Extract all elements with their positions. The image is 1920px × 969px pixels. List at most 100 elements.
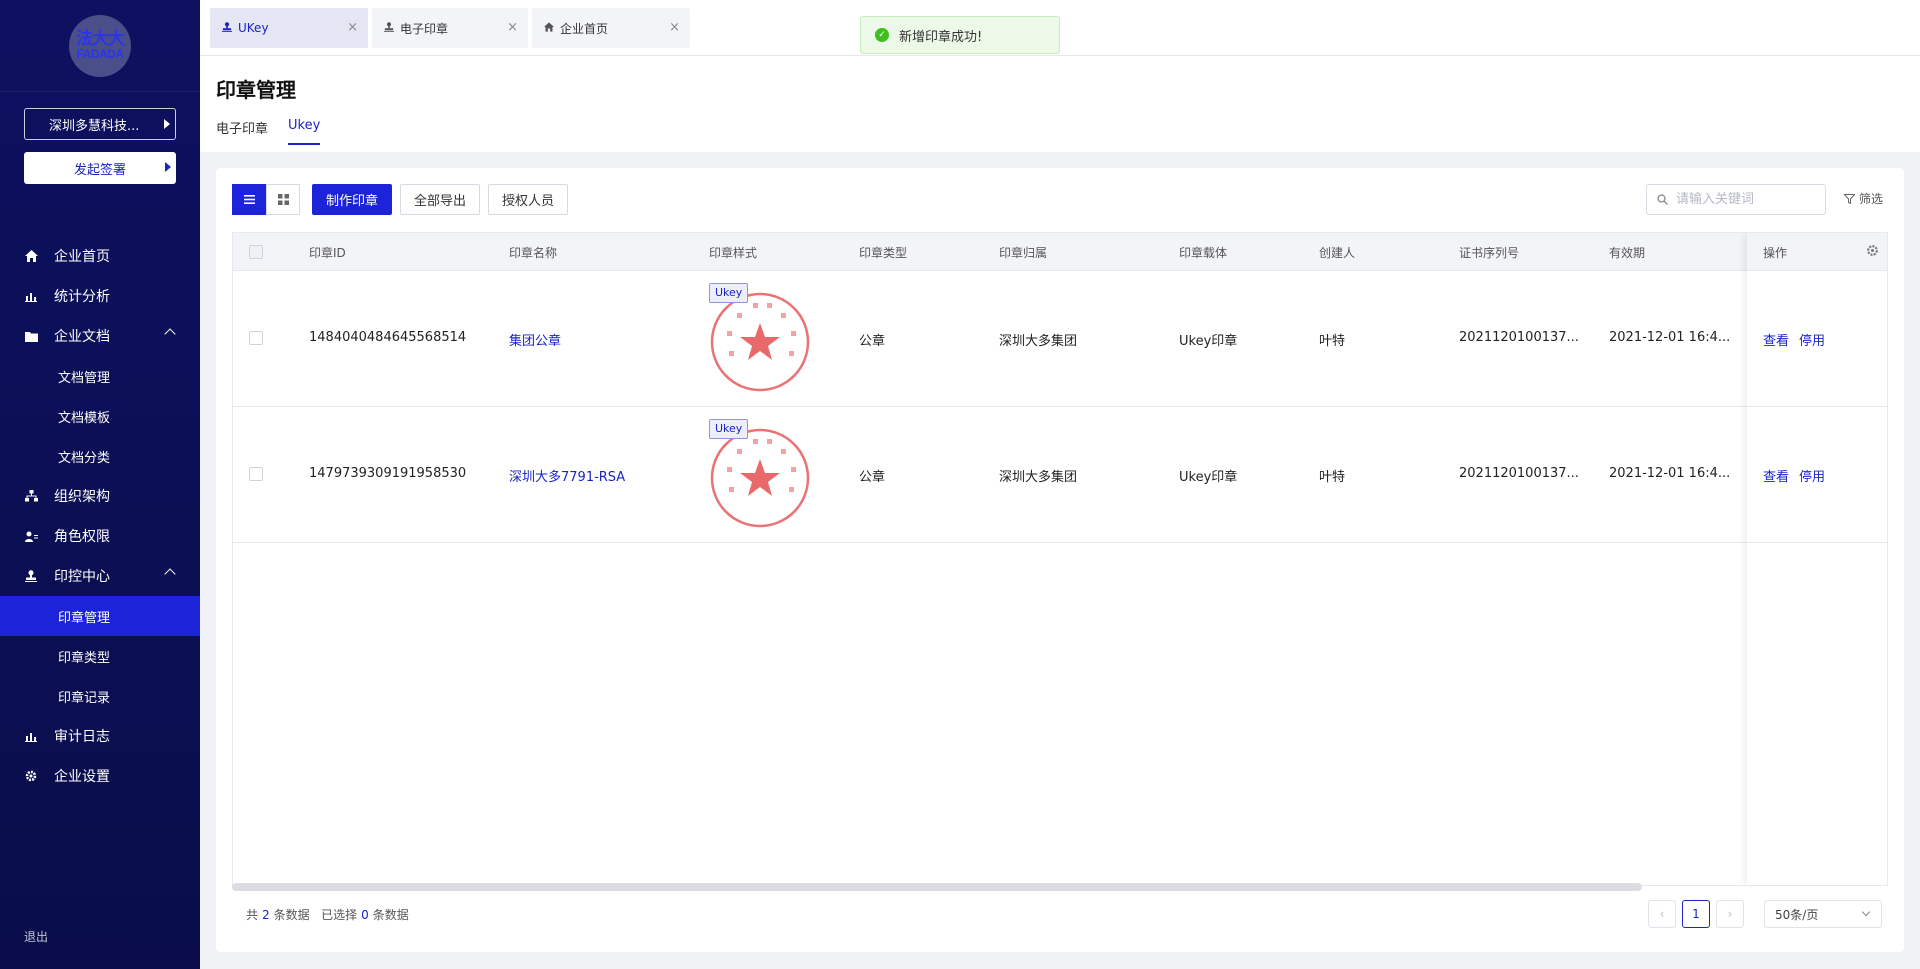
sidebar-item-label: 组织架构 <box>54 489 110 505</box>
cert-serial: 2021120100137... <box>1459 466 1579 481</box>
cert-serial: 2021120100137... <box>1459 330 1579 345</box>
sidebar-item-roles[interactable]: 角色权限 <box>0 516 200 556</box>
sidebar-item-label: 角色权限 <box>54 529 110 545</box>
close-icon[interactable]: × <box>347 20 358 35</box>
table-row: 1484040484645568514 集团公章 Ukey 公章 深圳大多集团 … <box>233 271 1887 407</box>
select-all-checkbox[interactable] <box>249 245 263 259</box>
subtab-electronic-seal[interactable]: 电子印章 <box>216 118 268 147</box>
page-size-select[interactable]: 50条/页 <box>1764 900 1882 928</box>
next-page-button[interactable]: › <box>1716 900 1744 928</box>
filter-button[interactable]: 筛选 <box>1844 190 1883 207</box>
seal-type: 公章 <box>859 334 886 349</box>
row-checkbox[interactable] <box>249 467 263 481</box>
valid-period: 2021-12-01 16:4... <box>1609 330 1731 345</box>
logout-link[interactable]: 退出 <box>24 928 48 945</box>
sidebar-item-label: 企业设置 <box>54 769 110 785</box>
tab-bar: UKey × 电子印章 × 企业首页 × <box>200 0 1920 56</box>
list-icon <box>243 195 255 204</box>
tab-company-home[interactable]: 企业首页 × <box>532 8 690 48</box>
sidebar-item-label: 审计日志 <box>54 729 110 745</box>
search-input[interactable] <box>1676 192 1816 207</box>
pagination: ‹ 1 › 50条/页 <box>1648 900 1882 928</box>
seal-creator: 叶特 <box>1319 470 1346 485</box>
view-link[interactable]: 查看 <box>1763 466 1789 485</box>
gear-icon <box>24 769 38 783</box>
export-all-button[interactable]: 全部导出 <box>400 184 481 215</box>
stamp-icon <box>222 21 232 35</box>
col-header: 印章样式 <box>709 246 758 260</box>
seal-type: 公章 <box>859 470 886 485</box>
sidebar-item-label: 印章记录 <box>58 690 111 706</box>
sidebar-item-seal-record[interactable]: 印章记录 <box>0 676 200 716</box>
action-header: 操作 <box>1747 233 1887 271</box>
sidebar-item-doc-manage[interactable]: 文档管理 <box>0 356 200 396</box>
horizontal-scrollbar[interactable] <box>232 883 1642 891</box>
row-checkbox[interactable] <box>249 331 263 345</box>
grid-view-button[interactable] <box>266 184 300 215</box>
page-size-value: 50条/页 <box>1775 907 1819 922</box>
sidebar-item-seal-type[interactable]: 印章类型 <box>0 636 200 676</box>
caret-right-icon <box>164 119 170 129</box>
column-settings-icon[interactable] <box>1866 244 1879 261</box>
bar-chart-icon <box>24 729 38 743</box>
sidebar-item-statistics[interactable]: 统计分析 <box>0 276 200 316</box>
search-icon <box>1657 194 1668 205</box>
disable-link[interactable]: 停用 <box>1799 466 1825 485</box>
chevron-up-icon <box>164 328 176 340</box>
tab-ukey[interactable]: UKey × <box>210 8 368 48</box>
make-seal-button[interactable]: 制作印章 <box>312 184 393 215</box>
close-icon[interactable]: × <box>507 20 518 35</box>
seal-name-link[interactable]: 集团公章 <box>509 330 699 349</box>
sidebar-item-seal-manage[interactable]: 印章管理 <box>0 596 200 636</box>
col-header: 印章名称 <box>509 246 558 260</box>
seal-owner: 深圳大多集团 <box>999 334 1078 349</box>
tab-label: 电子印章 <box>400 21 449 36</box>
seal-preview[interactable]: Ukey <box>709 419 819 531</box>
sidebar-item-doc-template[interactable]: 文档模板 <box>0 396 200 436</box>
sidebar-item-org[interactable]: 组织架构 <box>0 476 200 516</box>
sidebar-item-home[interactable]: 企业首页 <box>0 236 200 276</box>
close-icon[interactable]: × <box>669 20 680 35</box>
summary-text: 共 <box>246 908 259 922</box>
org-tree-icon <box>24 489 38 503</box>
folder-icon <box>24 329 38 343</box>
search-box[interactable] <box>1646 184 1826 215</box>
view-link[interactable]: 查看 <box>1763 330 1789 349</box>
tab-electronic-seal[interactable]: 电子印章 × <box>372 8 528 48</box>
logo-text-en: FADADA <box>76 47 125 61</box>
company-select[interactable]: 深圳多慧科技... <box>24 108 176 140</box>
tab-label: UKey <box>238 21 269 35</box>
sidebar-item-label: 文档分类 <box>58 450 111 466</box>
list-view-button[interactable] <box>232 184 266 215</box>
toolbar: 制作印章 全部导出 授权人员 <box>232 184 569 216</box>
caret-right-icon <box>165 162 171 172</box>
authorize-button[interactable]: 授权人员 <box>488 184 569 215</box>
seal-id: 1484040484645568514 <box>309 330 467 345</box>
page-number-button[interactable]: 1 <box>1682 900 1710 928</box>
company-logo[interactable]: 法大大 FADADA <box>69 14 131 77</box>
start-sign-button[interactable]: 发起签署 <box>24 152 176 184</box>
seal-carrier: Ukey印章 <box>1179 334 1238 349</box>
sidebar-item-label: 统计分析 <box>54 289 110 305</box>
seal-preview[interactable]: Ukey <box>709 283 819 395</box>
total-count: 2 <box>262 908 270 922</box>
prev-page-button[interactable]: ‹ <box>1648 900 1676 928</box>
sidebar-item-label: 企业文档 <box>54 329 110 345</box>
disable-link[interactable]: 停用 <box>1799 330 1825 349</box>
summary-text: 已选择 <box>321 908 358 922</box>
subtab-ukey[interactable]: Ukey <box>288 118 321 145</box>
sidebar-item-audit[interactable]: 审计日志 <box>0 716 200 756</box>
col-header: 有效期 <box>1609 246 1646 260</box>
stamp-icon <box>24 569 38 583</box>
sidebar: 法大大 FADADA 深圳多慧科技... 发起签署 企业首页 统计分析 企业文档 <box>0 0 200 969</box>
seal-name-link[interactable]: 深圳大多7791-RSA <box>509 466 699 485</box>
seal-id: 1479739309191958530 <box>309 466 467 481</box>
sidebar-nav: 企业首页 统计分析 企业文档 文档管理 文档模板 文档分类 组织架构 角色权限 … <box>0 236 200 796</box>
sidebar-item-settings[interactable]: 企业设置 <box>0 756 200 796</box>
sidebar-item-seal-center[interactable]: 印控中心 <box>0 556 200 596</box>
col-header: 印章归属 <box>999 246 1048 260</box>
sidebar-item-documents[interactable]: 企业文档 <box>0 316 200 356</box>
sidebar-item-label: 印章类型 <box>58 650 111 666</box>
bar-chart-icon <box>24 289 38 303</box>
sidebar-item-doc-category[interactable]: 文档分类 <box>0 436 200 476</box>
